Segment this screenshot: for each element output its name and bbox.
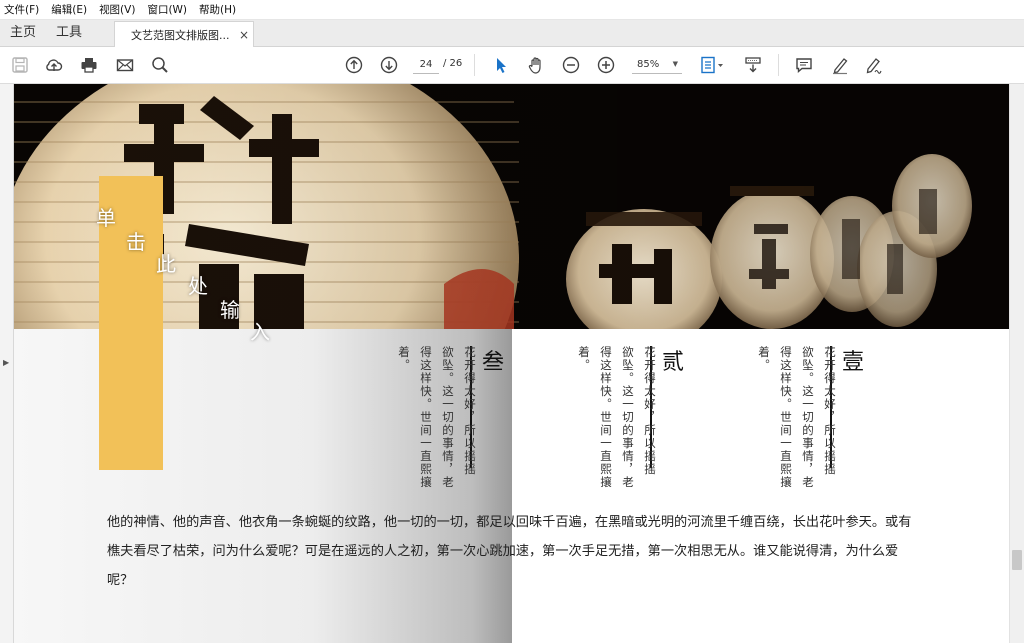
placeholder-text[interactable]: 处 [188,276,208,296]
print-icon[interactable] [77,53,101,77]
navigation-panel: ▶ [0,84,14,643]
vertical-scrollbar[interactable] [1009,84,1024,643]
section-vertical-text: 花开得太好，所以摇摇 欲坠。这一切的事情，老 得这样快。世间一直熙攘着。 [397,346,477,489]
select-icon[interactable] [489,53,513,77]
placeholder-text[interactable]: 入 [250,322,270,342]
page-number-input[interactable] [413,56,439,74]
lantern-photo [14,84,1009,329]
placeholder-text[interactable]: 输 [220,300,240,320]
document-tab-title: 文艺范图文排版图... [131,28,230,42]
placeholder-text[interactable]: 击 [126,232,146,252]
search-icon[interactable] [148,53,172,77]
tab-document[interactable]: 文艺范图文排版图... × [114,21,255,47]
upload-icon[interactable] [42,53,66,77]
placeholder-text[interactable]: 此 [156,254,176,274]
zoom-in-icon[interactable] [594,53,618,77]
zoom-value: 85% [637,59,660,70]
section-vertical-text: 花开得太好，所以摇摇 欲坠。这一切的事情，老 得这样快。世间一直熙攘着。 [577,346,657,489]
menu-window[interactable]: 窗口(W) [147,2,187,17]
section-number: 壹 [842,350,865,375]
mail-icon[interactable] [113,53,137,77]
menu-file[interactable]: 文件(F) [4,2,39,17]
menu-bar: 文件(F) 编辑(E) 视图(V) 窗口(W) 帮助(H) [0,0,1024,20]
sign-icon[interactable] [862,53,886,77]
tab-bar: 主页 工具 文艺范图文排版图... × [0,20,1024,47]
hand-icon[interactable] [524,53,548,77]
toolbar-divider [474,54,475,76]
menu-help[interactable]: 帮助(H) [199,2,236,17]
menu-edit[interactable]: 编辑(E) [51,2,87,17]
zoom-select[interactable]: 85% ▼ [632,56,682,74]
close-tab-icon[interactable]: × [235,28,253,42]
save-icon[interactable] [8,53,32,77]
scrollbar-thumb[interactable] [1012,550,1022,570]
page-down-icon[interactable] [377,53,401,77]
section-number: 叁 [482,350,505,375]
toolbar: / 26 85% ▼ [0,47,1024,84]
placeholder-text[interactable]: 单 [96,208,116,228]
document-page: 单 击 此 处 输 入 叁 花开得太好，所以摇摇 欲坠。这一切的事情，老 得这样快。… [14,84,1009,643]
pdf-reader-window: 文件(F) 编辑(E) 视图(V) 窗口(W) 帮助(H) 主页 工具 文艺范图… [0,0,1024,643]
highlight-icon[interactable] [828,53,852,77]
section-number: 贰 [662,350,685,375]
zoom-out-icon[interactable] [559,53,583,77]
section-vertical-text: 花开得太好，所以摇摇 欲坠。这一切的事情，老 得这样快。世间一直熙攘着。 [757,346,837,489]
fit-page-icon[interactable] [697,53,729,77]
page-up-icon[interactable] [342,53,366,77]
comment-icon[interactable] [792,53,816,77]
expand-panel-icon[interactable]: ▶ [3,358,9,367]
scroll-mode-icon[interactable] [741,53,765,77]
body-paragraph: 他的神情、他的声音、他衣角一条蜿蜒的纹路，他一切的一切，都足以回味千百遍，在黑暗… [107,515,912,588]
tab-tools[interactable]: 工具 [46,20,92,46]
chevron-down-icon: ▼ [672,60,678,68]
menu-view[interactable]: 视图(V) [99,2,135,17]
tab-home[interactable]: 主页 [0,20,46,46]
toolbar-divider [778,54,779,76]
page-total: / 26 [443,58,463,69]
